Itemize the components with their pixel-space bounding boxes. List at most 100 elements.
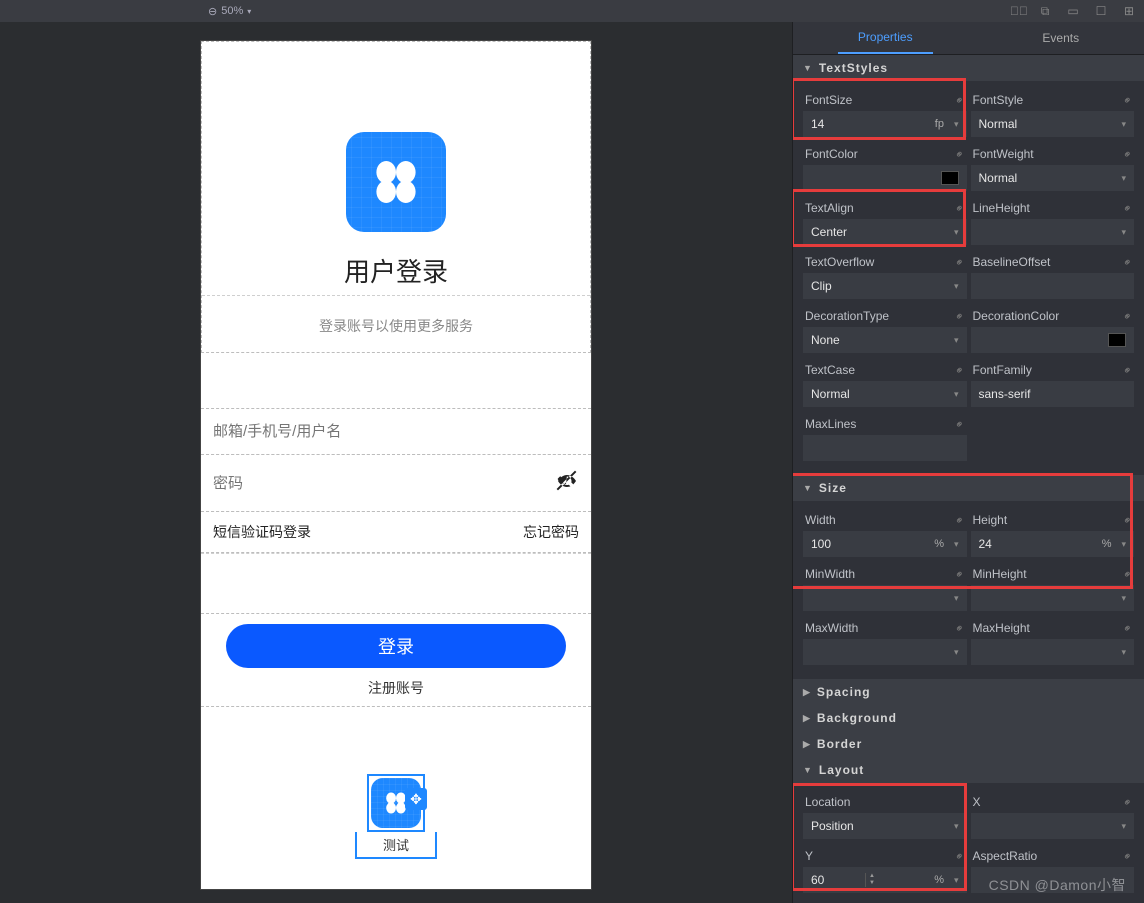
link-icon[interactable]: ⚭ bbox=[1120, 794, 1136, 810]
link-icon[interactable]: ⚭ bbox=[1120, 362, 1136, 378]
input-textoverflow[interactable]: Clip▾ bbox=[803, 273, 967, 299]
label-lineheight: LineHeight bbox=[973, 201, 1030, 215]
input-fontcolor[interactable] bbox=[803, 165, 967, 191]
zoom-indicator[interactable]: ⊖ 50% ▾ bbox=[208, 5, 251, 18]
input-x[interactable]: ▾ bbox=[971, 813, 1135, 839]
tab-events[interactable]: Events bbox=[1022, 23, 1099, 53]
test-component-label: 测试 bbox=[355, 832, 437, 859]
color-swatch[interactable] bbox=[941, 171, 959, 185]
input-fontsize[interactable]: 14fp▾ bbox=[803, 111, 967, 137]
input-lineheight[interactable]: ▾ bbox=[971, 219, 1135, 245]
sms-login-link[interactable]: 短信验证码登录 bbox=[213, 522, 311, 542]
link-icon[interactable]: ⚭ bbox=[952, 566, 968, 582]
app-logo bbox=[346, 132, 446, 232]
password-field[interactable] bbox=[201, 454, 591, 512]
input-baselineoffset[interactable] bbox=[971, 273, 1135, 299]
label-minheight: MinHeight bbox=[973, 567, 1027, 581]
input-fontfamily[interactable]: sans-serif bbox=[971, 381, 1135, 407]
color-swatch[interactable] bbox=[1108, 333, 1126, 347]
label-fontstyle: FontStyle bbox=[973, 93, 1024, 107]
register-link[interactable]: 注册账号 bbox=[201, 678, 591, 698]
chevron-down-icon[interactable]: ▾ bbox=[247, 7, 251, 16]
section-spacing[interactable]: ▶Spacing bbox=[793, 679, 1144, 705]
input-maxwidth[interactable]: ▾ bbox=[803, 639, 967, 665]
label-textcase: TextCase bbox=[805, 363, 855, 377]
tab-properties[interactable]: Properties bbox=[838, 22, 933, 54]
label-decorationcolor: DecorationColor bbox=[973, 309, 1060, 323]
zoom-out-icon[interactable]: ⊖ bbox=[208, 5, 217, 18]
link-icon[interactable]: ⚭ bbox=[952, 92, 968, 108]
link-icon[interactable]: ⚭ bbox=[1120, 848, 1136, 864]
input-decorationtype[interactable]: None▾ bbox=[803, 327, 967, 353]
link-icon[interactable]: ⚭ bbox=[952, 200, 968, 216]
input-fontstyle[interactable]: Normal▾ bbox=[971, 111, 1135, 137]
label-minwidth: MinWidth bbox=[805, 567, 855, 581]
watermark: CSDN @Damon小智 bbox=[989, 875, 1126, 895]
input-height[interactable]: 24%▾ bbox=[971, 531, 1135, 557]
section-border[interactable]: ▶Border bbox=[793, 731, 1144, 757]
link-icon[interactable]: ⚭ bbox=[1120, 620, 1136, 636]
tool-icon-2[interactable]: ⧉ bbox=[1038, 4, 1052, 19]
input-textcase[interactable]: Normal▾ bbox=[803, 381, 967, 407]
forgot-password-link[interactable]: 忘记密码 bbox=[523, 522, 579, 542]
page-subtitle: 登录账号以使用更多服务 bbox=[202, 310, 590, 342]
input-minwidth[interactable]: ▾ bbox=[803, 585, 967, 611]
input-maxlines[interactable] bbox=[803, 435, 967, 461]
input-maxheight[interactable]: ▾ bbox=[971, 639, 1135, 665]
label-fontcolor: FontColor bbox=[805, 147, 858, 161]
input-y[interactable]: ▲▼ %▾ bbox=[803, 867, 967, 893]
link-icon[interactable]: ⚭ bbox=[1120, 512, 1136, 528]
design-canvas[interactable]: 用户登录 登录账号以使用更多服务 短信验证码登录 忘记密码 bbox=[0, 22, 792, 903]
device-frame: 用户登录 登录账号以使用更多服务 短信验证码登录 忘记密码 bbox=[200, 40, 592, 890]
email-input[interactable] bbox=[213, 423, 579, 440]
link-icon[interactable]: ⚭ bbox=[1120, 146, 1136, 162]
label-height: Height bbox=[973, 513, 1008, 527]
label-textalign: TextAlign bbox=[805, 201, 854, 215]
link-icon[interactable]: ⚭ bbox=[952, 512, 968, 528]
tool-icon-5[interactable]: ⊞ bbox=[1122, 4, 1136, 19]
link-icon[interactable]: ⚭ bbox=[1120, 308, 1136, 324]
label-aspectratio: AspectRatio bbox=[973, 849, 1038, 863]
input-width[interactable]: 100%▾ bbox=[803, 531, 967, 557]
link-icon[interactable]: ⚭ bbox=[1120, 566, 1136, 582]
link-icon[interactable]: ⚭ bbox=[952, 254, 968, 270]
link-icon[interactable]: ⚭ bbox=[1120, 92, 1136, 108]
label-textoverflow: TextOverflow bbox=[805, 255, 874, 269]
link-icon[interactable]: ⚭ bbox=[952, 416, 968, 432]
section-size[interactable]: ▼Size bbox=[793, 475, 1144, 501]
input-location[interactable]: Position▾ bbox=[803, 813, 967, 839]
stepper-y[interactable]: ▲▼ bbox=[865, 873, 878, 887]
label-baselineoffset: BaselineOffset bbox=[973, 255, 1051, 269]
link-icon[interactable]: ⚭ bbox=[952, 848, 968, 864]
input-textalign[interactable]: Center▾ bbox=[803, 219, 967, 245]
move-handle-icon[interactable]: ✥ bbox=[405, 788, 427, 810]
link-icon[interactable]: ⚭ bbox=[952, 308, 968, 324]
link-icon[interactable]: ⚭ bbox=[952, 362, 968, 378]
email-field[interactable] bbox=[201, 408, 591, 455]
label-maxlines: MaxLines bbox=[805, 417, 856, 431]
label-y: Y bbox=[805, 849, 813, 863]
properties-panel: Properties Events ▼TextStyles FontSize⚭ … bbox=[792, 22, 1144, 903]
link-icon[interactable]: ⚭ bbox=[952, 146, 968, 162]
login-button[interactable]: 登录 bbox=[226, 624, 566, 668]
tool-icon-3[interactable]: ▭ bbox=[1066, 4, 1080, 19]
section-background[interactable]: ▶Background bbox=[793, 705, 1144, 731]
page-title: 用户登录 bbox=[344, 252, 448, 289]
label-fontsize: FontSize bbox=[805, 93, 852, 107]
password-input[interactable] bbox=[213, 475, 555, 492]
label-width: Width bbox=[805, 513, 836, 527]
selected-component[interactable]: ✥ 测试 bbox=[355, 774, 437, 859]
link-icon[interactable]: ⚭ bbox=[1120, 200, 1136, 216]
label-maxwidth: MaxWidth bbox=[805, 621, 858, 635]
tool-icon-4[interactable]: ☐ bbox=[1094, 4, 1108, 19]
label-maxheight: MaxHeight bbox=[973, 621, 1030, 635]
section-textstyles[interactable]: ▼TextStyles bbox=[793, 55, 1144, 81]
link-icon[interactable]: ⚭ bbox=[952, 620, 968, 636]
input-decorationcolor[interactable] bbox=[971, 327, 1135, 353]
input-minheight[interactable]: ▾ bbox=[971, 585, 1135, 611]
link-icon[interactable]: ⚭ bbox=[1120, 254, 1136, 270]
visibility-off-icon[interactable] bbox=[555, 469, 579, 497]
section-layout[interactable]: ▼Layout bbox=[793, 757, 1144, 783]
input-fontweight[interactable]: Normal▾ bbox=[971, 165, 1135, 191]
tool-icon-1[interactable]: �⃝ bbox=[1010, 4, 1024, 19]
